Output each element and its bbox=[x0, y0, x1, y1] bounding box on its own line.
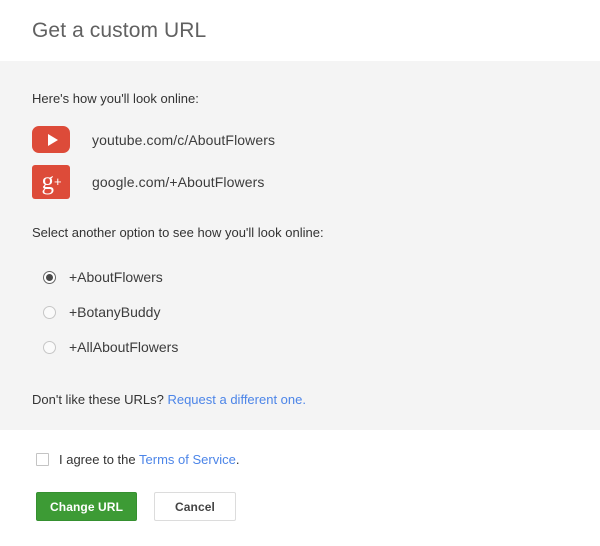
url-preview-row-googleplus: g + google.com/+AboutFlowers bbox=[32, 163, 568, 201]
radio-option-label: +AboutFlowers bbox=[69, 269, 163, 286]
terms-of-service-link[interactable]: Terms of Service bbox=[139, 452, 236, 467]
request-different-url-line: Don't like these URLs? Request a differe… bbox=[32, 392, 568, 407]
dialog-button-row: Change URL Cancel bbox=[32, 492, 568, 521]
terms-text-after: . bbox=[235, 452, 240, 467]
radio-option-label: +BotanyBuddy bbox=[69, 304, 161, 321]
url-preview-list: youtube.com/c/AboutFlowers g + google.com… bbox=[32, 121, 568, 201]
radio-option-label: +AllAboutFlowers bbox=[69, 339, 179, 356]
terms-checkbox[interactable] bbox=[36, 453, 49, 466]
page-title: Get a custom URL bbox=[32, 19, 207, 42]
request-prompt-text: Don't like these URLs? bbox=[32, 391, 164, 407]
dialog-body: Here's how you'll look online: youtube.c… bbox=[0, 61, 600, 430]
radio-mark-icon[interactable] bbox=[43, 340, 56, 354]
terms-agreement-row[interactable]: I agree to the Terms of Service. bbox=[32, 430, 568, 467]
dialog-header: Get a custom URL bbox=[0, 0, 600, 61]
youtube-url-text: youtube.com/c/AboutFlowers bbox=[92, 131, 276, 148]
radio-mark-icon[interactable] bbox=[43, 305, 56, 319]
dialog-footer: I agree to the Terms of Service. Change … bbox=[0, 430, 600, 546]
change-url-button[interactable]: Change URL bbox=[36, 492, 137, 521]
url-preview-row-youtube: youtube.com/c/AboutFlowers bbox=[32, 121, 568, 159]
google-plus-icon: g + bbox=[32, 164, 70, 199]
custom-url-dialog: Get a custom URL Here's how you'll look … bbox=[0, 0, 600, 546]
googleplus-url-text: google.com/+AboutFlowers bbox=[92, 173, 265, 190]
request-different-url-link[interactable]: Request a different one. bbox=[167, 392, 306, 407]
radio-mark-icon[interactable] bbox=[43, 270, 56, 284]
youtube-icon bbox=[32, 123, 70, 157]
cancel-button[interactable]: Cancel bbox=[154, 492, 236, 521]
terms-agreement-text: I agree to the Terms of Service. bbox=[59, 452, 239, 467]
url-option-radio-group: +AboutFlowers +BotanyBuddy +AllAboutFlow… bbox=[32, 260, 568, 365]
radio-option-allaboutflowers[interactable]: +AllAboutFlowers bbox=[32, 330, 568, 365]
select-option-prompt: Select another option to see how you'll … bbox=[32, 224, 324, 240]
terms-text-before: I agree to the bbox=[59, 452, 136, 467]
radio-option-aboutflowers[interactable]: +AboutFlowers bbox=[32, 260, 568, 295]
radio-option-botanybuddy[interactable]: +BotanyBuddy bbox=[32, 295, 568, 330]
intro-text: Here's how you'll look online: bbox=[32, 91, 199, 106]
